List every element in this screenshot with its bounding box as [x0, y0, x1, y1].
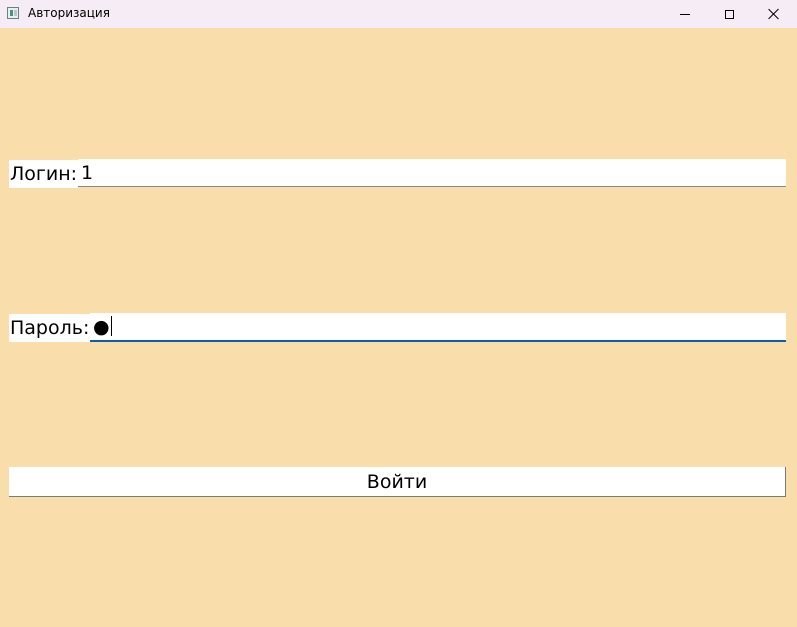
close-icon	[768, 8, 780, 20]
password-label: Пароль:	[9, 314, 91, 342]
login-input[interactable]: 1	[78, 159, 786, 187]
password-input[interactable]: ●	[90, 313, 786, 342]
text-caret	[110, 316, 112, 336]
password-input-value: ●	[93, 316, 110, 338]
maximize-button[interactable]	[706, 0, 752, 28]
auth-window: Авторизация Логин: 1 Пароль: ● Войти	[0, 0, 797, 627]
maximize-icon	[724, 9, 734, 19]
login-label: Логин:	[9, 160, 79, 188]
login-button[interactable]: Войти	[9, 467, 786, 497]
minimize-button[interactable]	[662, 0, 708, 28]
window-title: Авторизация	[28, 6, 110, 20]
minimize-icon	[680, 13, 690, 15]
app-window-icon	[7, 7, 19, 19]
title-bar[interactable]: Авторизация	[0, 0, 797, 28]
login-input-value: 1	[81, 162, 94, 184]
close-button[interactable]	[751, 0, 797, 28]
